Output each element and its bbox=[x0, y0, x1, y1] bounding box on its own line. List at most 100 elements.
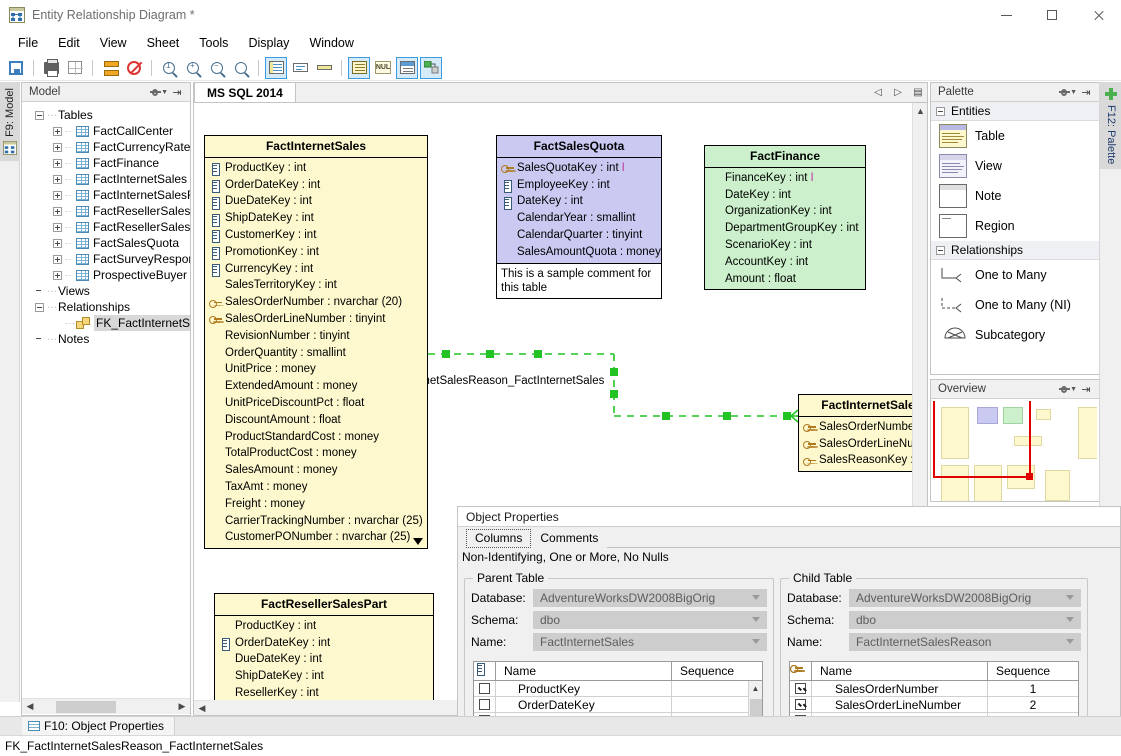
scroll-left-icon[interactable]: ◀ bbox=[22, 699, 38, 715]
zoom-out-button[interactable]: − bbox=[206, 57, 228, 79]
table-row[interactable]: OrderDateKey bbox=[474, 697, 762, 713]
palette-item-one-to-many[interactable]: One to Many bbox=[931, 260, 1099, 290]
expand-icon[interactable] bbox=[53, 223, 62, 232]
collapse-icon[interactable] bbox=[936, 107, 945, 116]
erd-scroll-down-icon[interactable] bbox=[413, 538, 423, 545]
expand-icon[interactable] bbox=[53, 271, 62, 280]
tree-node-factresellersalespart[interactable]: ·· FactResellerSalesPart bbox=[27, 219, 188, 235]
sheet-tab-mssql2014[interactable]: MS SQL 2014 bbox=[194, 82, 296, 102]
page-setup-button[interactable] bbox=[64, 57, 86, 79]
tree-node-notes[interactable]: ··· Notes bbox=[27, 331, 188, 347]
menu-tools[interactable]: Tools bbox=[189, 33, 238, 53]
model-tree-hscrollbar[interactable]: ◀ ▶ bbox=[22, 698, 190, 714]
expand-icon[interactable] bbox=[53, 175, 62, 184]
prev-sheet-icon[interactable]: ◁ bbox=[871, 85, 885, 100]
tree-node-factinternetsales[interactable]: ·· FactInternetSales bbox=[27, 171, 188, 187]
show-datatypes-button[interactable] bbox=[348, 57, 370, 79]
child-database-select[interactable]: AdventureWorksDW2008BigOrig bbox=[849, 589, 1081, 607]
erd-table-factsalesquota[interactable]: FactSalesQuota SalesQuotaKey : intI Empl… bbox=[496, 135, 662, 299]
next-sheet-icon[interactable]: ▷ bbox=[891, 85, 905, 100]
erd-table-factfinance[interactable]: FactFinance FinanceKey : intI DateKey : … bbox=[704, 145, 866, 290]
save-button[interactable] bbox=[5, 57, 27, 79]
tree-node-fk-relationship[interactable]: ··· FK_FactInternetSales bbox=[27, 315, 188, 331]
menu-view[interactable]: View bbox=[90, 33, 137, 53]
tree-node-tables[interactable]: ··· Tables bbox=[27, 107, 188, 123]
checkbox[interactable] bbox=[479, 699, 490, 710]
gear-icon[interactable]: ▼ bbox=[1059, 382, 1077, 397]
scroll-left-icon[interactable]: ◀ bbox=[194, 700, 210, 716]
tree-node-views[interactable]: ··· Views bbox=[27, 283, 188, 299]
auto-layout-button[interactable] bbox=[99, 57, 121, 79]
table-row[interactable]: ProductKey bbox=[474, 681, 762, 697]
hscroll-thumb[interactable] bbox=[56, 701, 116, 713]
tree-node-factresellersales[interactable]: ·· FactResellerSales bbox=[27, 203, 188, 219]
gear-icon[interactable]: ▼ bbox=[1059, 85, 1077, 100]
menu-sheet[interactable]: Sheet bbox=[137, 33, 190, 53]
sheet-list-icon[interactable]: ▤ bbox=[911, 85, 925, 100]
zoom-fit-button[interactable]: 1 bbox=[158, 57, 180, 79]
palette-section-entities[interactable]: Entities bbox=[931, 102, 1099, 121]
expand-icon[interactable] bbox=[53, 207, 62, 216]
checkbox[interactable] bbox=[795, 683, 806, 694]
zoom-in-button[interactable]: + bbox=[182, 57, 204, 79]
checkbox[interactable] bbox=[479, 683, 490, 694]
table-row[interactable]: SalesOrderLineNumber 2 bbox=[790, 697, 1078, 713]
tree-node-prospectivebuyer[interactable]: ·· ProspectiveBuyer bbox=[27, 267, 188, 283]
model-tree[interactable]: ··· Tables ·· FactCallCenter ·· FactCurr… bbox=[22, 102, 190, 714]
menu-window[interactable]: Window bbox=[299, 33, 363, 53]
gear-icon[interactable]: ▼ bbox=[150, 85, 168, 100]
tab-model-vertical[interactable]: F9: Model bbox=[0, 82, 20, 161]
overview-thumbnail[interactable] bbox=[933, 401, 1097, 501]
palette-item-one-to-many-ni[interactable]: One to Many (NI) bbox=[931, 290, 1099, 320]
expand-icon[interactable] bbox=[53, 191, 62, 200]
minimize-button[interactable] bbox=[983, 0, 1029, 30]
auto-hide-icon[interactable]: ⇥ bbox=[168, 85, 186, 100]
expand-icon[interactable] bbox=[53, 143, 62, 152]
tree-node-factcurrencyrate[interactable]: ·· FactCurrencyRate bbox=[27, 139, 188, 155]
checkbox[interactable] bbox=[795, 699, 806, 710]
erd-table-factresellersalespart[interactable]: FactResellerSalesPart ProductKey : int O… bbox=[214, 593, 434, 700]
tab-palette-vertical[interactable]: F12: Palette bbox=[1100, 82, 1121, 169]
maximize-button[interactable] bbox=[1029, 0, 1075, 30]
expand-icon[interactable] bbox=[53, 127, 62, 136]
collapse-icon[interactable] bbox=[35, 303, 44, 312]
collapse-icon[interactable] bbox=[35, 111, 44, 120]
close-button[interactable] bbox=[1075, 0, 1121, 30]
auto-hide-icon[interactable]: ⇥ bbox=[1077, 382, 1095, 397]
show-relationships-button[interactable] bbox=[420, 57, 442, 79]
scroll-up-icon[interactable]: ▲ bbox=[749, 681, 762, 695]
tree-node-factinternetsalesreason[interactable]: ·· FactInternetSalesRea bbox=[27, 187, 188, 203]
palette-item-view[interactable]: View bbox=[931, 151, 1099, 181]
show-keys-button[interactable] bbox=[289, 57, 311, 79]
show-nullability-button[interactable]: NUL bbox=[372, 57, 394, 79]
collapse-icon[interactable] bbox=[936, 246, 945, 255]
erd-table-factinternetsales[interactable]: FactInternetSales ProductKey : int Order… bbox=[204, 135, 428, 549]
palette-item-subcategory[interactable]: Subcategory bbox=[931, 320, 1099, 350]
row-checkbox-cell[interactable] bbox=[790, 681, 812, 696]
row-checkbox-cell[interactable] bbox=[790, 697, 812, 712]
palette-item-table[interactable]: Table bbox=[931, 121, 1099, 151]
expand-icon[interactable] bbox=[53, 239, 62, 248]
tree-node-factcallcenter[interactable]: ·· FactCallCenter bbox=[27, 123, 188, 139]
menu-display[interactable]: Display bbox=[238, 33, 299, 53]
tree-node-factsurveyresponse[interactable]: ·· FactSurveyResponse bbox=[27, 251, 188, 267]
palette-item-region[interactable]: Region bbox=[931, 211, 1099, 241]
parent-schema-select[interactable]: dbo bbox=[533, 611, 767, 629]
hscroll-track[interactable] bbox=[38, 699, 174, 715]
show-all-columns-button[interactable] bbox=[265, 57, 287, 79]
expand-icon[interactable] bbox=[53, 255, 62, 264]
tree-node-relationships[interactable]: ··· Relationships bbox=[27, 299, 188, 315]
row-checkbox-cell[interactable] bbox=[474, 681, 496, 696]
erd-table-factinternetsalesreason[interactable]: FactInternetSalesReason SalesOrderNumber… bbox=[798, 394, 912, 472]
scroll-right-icon[interactable]: ▶ bbox=[174, 699, 190, 715]
expand-icon[interactable] bbox=[53, 159, 62, 168]
zoom-normal-button[interactable] bbox=[230, 57, 252, 79]
tree-node-factsalesquota[interactable]: ·· FactSalesQuota bbox=[27, 235, 188, 251]
scroll-up-icon[interactable]: ▲ bbox=[913, 103, 928, 118]
auto-hide-icon[interactable]: ⇥ bbox=[1077, 85, 1095, 100]
tab-object-properties[interactable]: F10: Object Properties bbox=[22, 717, 175, 736]
show-title-only-button[interactable] bbox=[313, 57, 335, 79]
child-schema-select[interactable]: dbo bbox=[849, 611, 1081, 629]
print-button[interactable] bbox=[40, 57, 62, 79]
parent-name-select[interactable]: FactInternetSales bbox=[533, 633, 767, 651]
